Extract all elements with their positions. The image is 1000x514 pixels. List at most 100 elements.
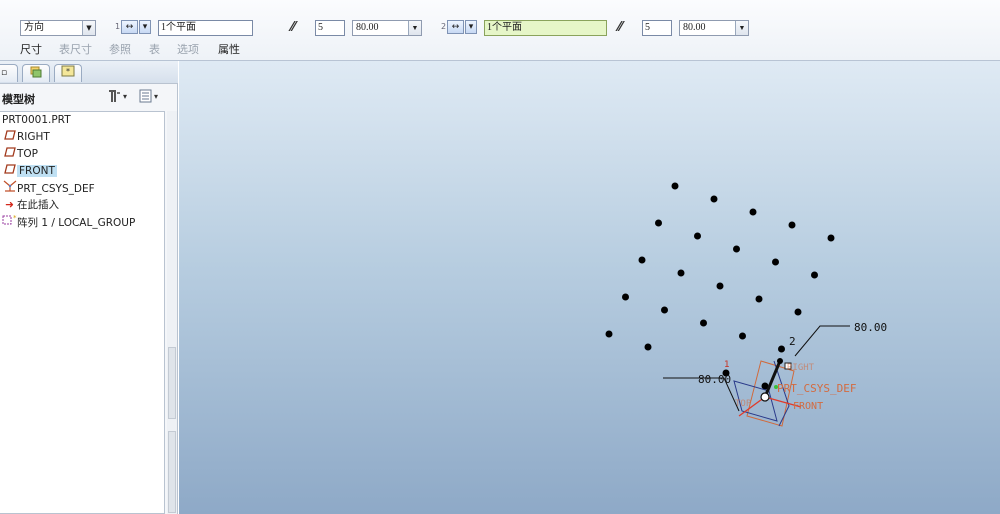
- flip-direction1-icon[interactable]: ⁄⁄: [291, 20, 295, 35]
- tree-item-label: RIGHT: [17, 131, 50, 143]
- pattern-point[interactable]: [733, 245, 740, 253]
- pattern-point[interactable]: [644, 343, 652, 351]
- tab-dimensions[interactable]: 尺寸: [20, 41, 42, 57]
- pattern-point[interactable]: [778, 345, 785, 353]
- tab-properties[interactable]: 属性: [218, 41, 240, 57]
- tree-item-label: FRONT: [17, 165, 57, 177]
- svg-text:*: *: [66, 67, 70, 76]
- direction1-count-input[interactable]: 5: [315, 20, 345, 36]
- direction1-increment-value: 80.00: [356, 22, 379, 33]
- direction-2-marker: 2: [789, 335, 796, 348]
- panel-splitter[interactable]: [167, 111, 177, 514]
- pattern-point[interactable]: [716, 282, 724, 290]
- pattern-point[interactable]: [638, 256, 646, 264]
- datum-plane-icon: [2, 129, 17, 145]
- pattern-point[interactable]: [700, 319, 707, 327]
- direction1-increment-input[interactable]: 80.00 ▼: [352, 20, 422, 36]
- direction2-reference-collector[interactable]: 1个平面: [484, 20, 607, 36]
- model-tree-header: 模型树 ▾ ▾: [0, 85, 165, 109]
- chevron-down-icon: ▼: [408, 21, 421, 35]
- pattern-point[interactable]: [655, 219, 662, 227]
- tree-item-csys[interactable]: PRT_CSYS_DEF: [2, 180, 95, 196]
- direction1-index: 1: [115, 22, 121, 31]
- tab-table-dimensions[interactable]: 表尺寸: [59, 41, 92, 57]
- csys-label: PRT_CSYS_DEF: [777, 382, 856, 395]
- tree-settings-icon[interactable]: ▾: [106, 88, 130, 107]
- datum-right-label: RIGHT: [787, 363, 815, 373]
- datum-front-label: FRONT: [793, 401, 823, 412]
- tree-item-insert-here[interactable]: ➜ 在此插入: [2, 197, 59, 213]
- tree-item-front[interactable]: FRONT: [2, 163, 57, 179]
- pattern-point[interactable]: [755, 295, 763, 303]
- navigator-tabs: ▫ *: [0, 61, 178, 84]
- svg-text:▾: ▾: [154, 92, 158, 101]
- pattern-point[interactable]: [671, 182, 679, 190]
- insert-arrow-icon: ➜: [5, 199, 14, 211]
- direction1-type-button[interactable]: ↔: [121, 20, 138, 34]
- model-tree: PRT0001.PRT RIGHT TOP FRONT PRT_CSYS_DEF…: [0, 111, 165, 514]
- tree-item-label: 阵列 1 / LOCAL_GROUP: [17, 217, 136, 229]
- favorites-tab[interactable]: *: [54, 64, 82, 82]
- pattern-point[interactable]: [661, 306, 668, 314]
- pattern-icon: *: [2, 214, 17, 231]
- pattern-point[interactable]: [788, 221, 796, 229]
- pattern-points: [605, 182, 835, 390]
- tab-options[interactable]: 选项: [177, 41, 199, 57]
- pattern-point[interactable]: [622, 293, 629, 301]
- dimension-2-value[interactable]: 80.00: [854, 321, 887, 334]
- pattern-type-value: 方向: [24, 22, 44, 33]
- pattern-point[interactable]: [605, 330, 613, 338]
- direction2-type-chevron-icon[interactable]: ▾: [465, 20, 477, 34]
- graphics-window[interactable]: 80.00 1 80.00 2 PRT_CSYS_DEF FRONT TOP R…: [179, 61, 1000, 514]
- navigator-panel: ▫ * 模型树 ▾ ▾ PRT0001.PRT RIGHT TOP FRONT …: [0, 61, 178, 514]
- dimension-2-leader: [794, 325, 850, 357]
- direction2-count-input[interactable]: 5: [642, 20, 672, 36]
- chevron-down-icon: ▼: [82, 21, 95, 35]
- splitter-handle-top[interactable]: [168, 347, 176, 419]
- folder-browser-tab[interactable]: [22, 64, 50, 82]
- pattern-point[interactable]: [710, 195, 718, 203]
- direction-1-marker: 1: [724, 360, 730, 370]
- svg-text:▾: ▾: [123, 92, 127, 101]
- csys-origin: [760, 392, 770, 402]
- tree-item-label: 在此插入: [17, 199, 59, 211]
- direction2-type-button[interactable]: ↔: [447, 20, 464, 34]
- chevron-down-icon: ▼: [735, 21, 748, 35]
- pattern-leader-point: [777, 358, 783, 364]
- favorites-icon: *: [61, 65, 75, 77]
- pattern-type-dropdown[interactable]: 方向 ▼: [20, 20, 96, 36]
- tree-item-right[interactable]: RIGHT: [2, 129, 50, 145]
- tab-references[interactable]: 参照: [109, 41, 131, 57]
- tree-item-part[interactable]: PRT0001.PRT: [2, 112, 71, 128]
- pattern-point[interactable]: [772, 258, 779, 266]
- direction2-increment-value: 80.00: [683, 22, 706, 33]
- model-viewport[interactable]: 80.00 1 80.00 2 PRT_CSYS_DEF FRONT TOP R…: [179, 61, 1000, 514]
- model-tree-tab[interactable]: ▫: [0, 64, 18, 82]
- direction1-type-chevron-icon[interactable]: ▾: [139, 20, 151, 34]
- pattern-point[interactable]: [739, 332, 746, 340]
- tree-item-pattern[interactable]: * 阵列 1 / LOCAL_GROUP: [2, 214, 135, 230]
- direction1-reference-collector[interactable]: 1个平面: [158, 20, 253, 36]
- folder-icon: [30, 66, 42, 78]
- pattern-point[interactable]: [811, 271, 818, 279]
- tree-item-top[interactable]: TOP: [2, 146, 38, 162]
- pattern-point[interactable]: [794, 308, 802, 316]
- tree-item-label: PRT_CSYS_DEF: [17, 183, 95, 195]
- tree-item-label: PRT0001.PRT: [2, 114, 71, 126]
- show-menu-icon[interactable]: ▾: [138, 88, 162, 107]
- pattern-point[interactable]: [694, 232, 701, 240]
- datum-plane-icon: [2, 146, 17, 162]
- pattern-dashboard: 方向 ▼ 1 ↔ ▾ 1个平面 ⁄⁄ 5 80.00 ▼ 2 ↔ ▾ 1个平面 …: [0, 0, 1000, 61]
- csys-icon: [2, 180, 17, 197]
- datum-top-label: TOP: [735, 399, 752, 409]
- direction2-increment-input[interactable]: 80.00 ▼: [679, 20, 749, 36]
- direction2-index: 2: [441, 22, 447, 31]
- flip-direction2-icon[interactable]: ⁄⁄: [618, 20, 622, 35]
- splitter-handle-bottom[interactable]: [168, 431, 176, 513]
- dimension-1-value[interactable]: 80.00: [698, 373, 731, 386]
- pattern-point[interactable]: [677, 269, 685, 277]
- pattern-point[interactable]: [749, 208, 757, 216]
- tree-item-label: TOP: [17, 148, 39, 160]
- tab-tables[interactable]: 表: [149, 41, 160, 57]
- pattern-point[interactable]: [827, 234, 835, 242]
